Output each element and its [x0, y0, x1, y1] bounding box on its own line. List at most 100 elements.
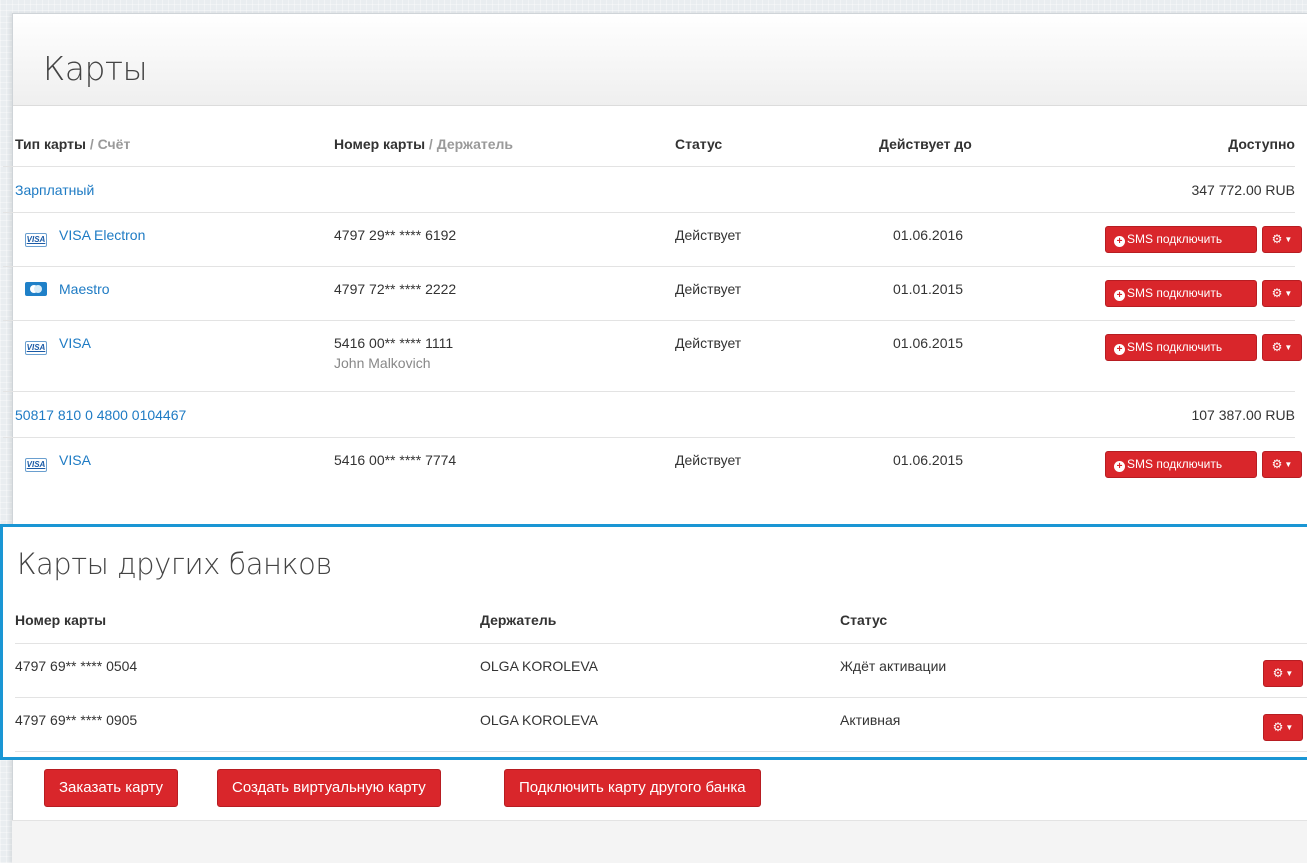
header-holder: Держатель [436, 136, 514, 152]
connect-other-bank-card-button[interactable]: Подключить карту другого банка [504, 769, 761, 807]
card-settings-button[interactable]: ⚙ ▼ [1263, 660, 1303, 687]
visa-icon: VISA [25, 341, 47, 355]
other-banks-section: Карты других банков Номер карты Держател… [0, 524, 1307, 760]
header-number: Номер карты [334, 136, 426, 152]
card-number: 4797 69** **** 0905 [15, 712, 138, 728]
card-brand-link[interactable]: VISA VISA [25, 452, 91, 472]
gear-icon: ⚙ [1272, 720, 1284, 734]
table-row: 4797 69** **** 0504 OLGA KOROLEVA Ждёт а… [15, 644, 1307, 698]
caret-down-icon: ▼ [1285, 669, 1294, 678]
sms-label: SMS подключить [1127, 340, 1223, 354]
table-row: 4797 69** **** 0905 OLGA KOROLEVA Активн… [15, 698, 1307, 752]
sms-connect-button[interactable]: + SMS подключить [1105, 280, 1257, 307]
card-valid: 01.06.2016 [893, 227, 964, 243]
card-settings-button[interactable]: ⚙ ▼ [1262, 226, 1302, 253]
card-number-holder: 5416 00** **** 1111 John Malkovich [334, 335, 453, 371]
sms-label: SMS подключить [1127, 286, 1223, 300]
sms-connect-button[interactable]: + SMS подключить [1105, 226, 1257, 253]
card-number: 5416 00** **** 7774 [334, 452, 457, 468]
card-valid: 01.06.2015 [893, 452, 964, 468]
card-row: VISA VISA 5416 00** **** 1111 John Malkov… [3, 321, 1302, 392]
header-type-account: Тип карты / Счёт [15, 136, 130, 152]
card-holder: John Malkovich [334, 355, 431, 371]
header-available: Доступно [1228, 136, 1295, 152]
card-brand-label: VISA [59, 452, 91, 468]
table-header: Тип карты / Счёт Номер карты / Держатель… [3, 121, 1295, 167]
order-card-button[interactable]: Заказать карту [44, 769, 178, 807]
account-row: 50817 810 0 4800 0104467 107 387.00 RUB [3, 392, 1295, 438]
card-brand-link[interactable]: VISA VISA [25, 335, 91, 355]
card-status: Действует [675, 281, 742, 297]
sms-connect-button[interactable]: + SMS подключить [1105, 334, 1257, 361]
account-balance: 347 772.00 RUB [1191, 182, 1295, 198]
header-number: Номер карты [15, 612, 107, 628]
card-valid: 01.06.2015 [893, 335, 964, 351]
sms-connect-button[interactable]: + SMS подключить [1105, 451, 1257, 478]
visa-icon: VISA [25, 458, 47, 472]
header-sep: / [85, 136, 98, 152]
card-status: Активная [840, 712, 901, 728]
card-row: VISA VISA 5416 00** **** 7774 Действует 0… [3, 438, 1302, 492]
header-sep: / [425, 136, 437, 152]
maestro-icon [25, 282, 47, 296]
sms-label: SMS подключить [1127, 232, 1223, 246]
card-settings-button[interactable]: ⚙ ▼ [1262, 280, 1302, 307]
card-row: VISA VISA Electron 4797 29** **** 6192 Де… [3, 213, 1302, 267]
caret-down-icon: ▼ [1284, 235, 1293, 244]
card-settings-button[interactable]: ⚙ ▼ [1263, 714, 1303, 741]
card-holder: OLGA KOROLEVA [480, 658, 599, 674]
account-row: Зарплатный 347 772.00 RUB [3, 167, 1295, 213]
plus-circle-icon: + [1114, 290, 1125, 301]
header-valid: Действует до [879, 136, 972, 152]
card-brand-link[interactable]: Maestro [25, 281, 110, 297]
gear-icon: ⚙ [1271, 340, 1283, 354]
gear-icon: ⚙ [1271, 457, 1283, 471]
plus-circle-icon: + [1114, 344, 1125, 355]
card-settings-button[interactable]: ⚙ ▼ [1262, 334, 1302, 361]
card-number: 4797 29** **** 6192 [334, 227, 457, 243]
card-number: 4797 72** **** 2222 [334, 281, 457, 297]
table-header: Номер карты Держатель Статус [15, 598, 1307, 644]
sms-label: SMS подключить [1127, 457, 1223, 471]
plus-circle-icon: + [1114, 236, 1125, 247]
card-brand-label: VISA [59, 335, 91, 351]
header-type: Тип карты [15, 136, 86, 152]
plus-circle-icon: + [1114, 461, 1125, 472]
caret-down-icon: ▼ [1285, 723, 1294, 732]
header-account: Счёт [97, 136, 131, 152]
card-settings-button[interactable]: ⚙ ▼ [1262, 451, 1302, 478]
card-number: 5416 00** **** 1111 [334, 335, 454, 351]
panel-header: Карты [13, 14, 1307, 106]
card-status: Действует [675, 452, 742, 468]
other-banks-title: Карты других банков [17, 547, 332, 581]
card-number: 4797 69** **** 0504 [15, 658, 138, 674]
account-link[interactable]: 50817 810 0 4800 0104467 [15, 407, 186, 423]
account-link[interactable]: Зарплатный [15, 182, 94, 198]
caret-down-icon: ▼ [1284, 289, 1293, 298]
header-holder: Держатель [480, 612, 557, 628]
gear-icon: ⚙ [1272, 666, 1284, 680]
caret-down-icon: ▼ [1284, 343, 1293, 352]
gear-icon: ⚙ [1271, 286, 1283, 300]
card-brand-label: Maestro [59, 281, 110, 297]
card-valid: 01.01.2015 [893, 281, 964, 297]
visa-icon: VISA [25, 233, 47, 247]
cards-table: Тип карты / Счёт Номер карты / Держатель… [3, 121, 1302, 492]
card-status: Действует [675, 335, 742, 351]
gear-icon: ⚙ [1271, 232, 1283, 246]
card-holder: OLGA KOROLEVA [480, 712, 599, 728]
header-status: Статус [840, 612, 888, 628]
footer-bar [12, 820, 1307, 863]
card-status: Ждёт активации [840, 658, 947, 674]
card-row: Maestro 4797 72** **** 2222 Действует 01… [3, 267, 1302, 321]
caret-down-icon: ▼ [1284, 460, 1293, 469]
card-status: Действует [675, 227, 742, 243]
page-title: Карты [43, 49, 148, 88]
card-brand-link[interactable]: VISA VISA Electron [25, 227, 145, 247]
header-number-holder: Номер карты / Держатель [334, 136, 513, 152]
other-banks-table: Номер карты Держатель Статус 4797 69** *… [15, 598, 1307, 752]
header-status: Статус [675, 136, 723, 152]
card-brand-label: VISA Electron [59, 227, 146, 243]
account-balance: 107 387.00 RUB [1191, 407, 1295, 423]
create-virtual-card-button[interactable]: Создать виртуальную карту [217, 769, 441, 807]
